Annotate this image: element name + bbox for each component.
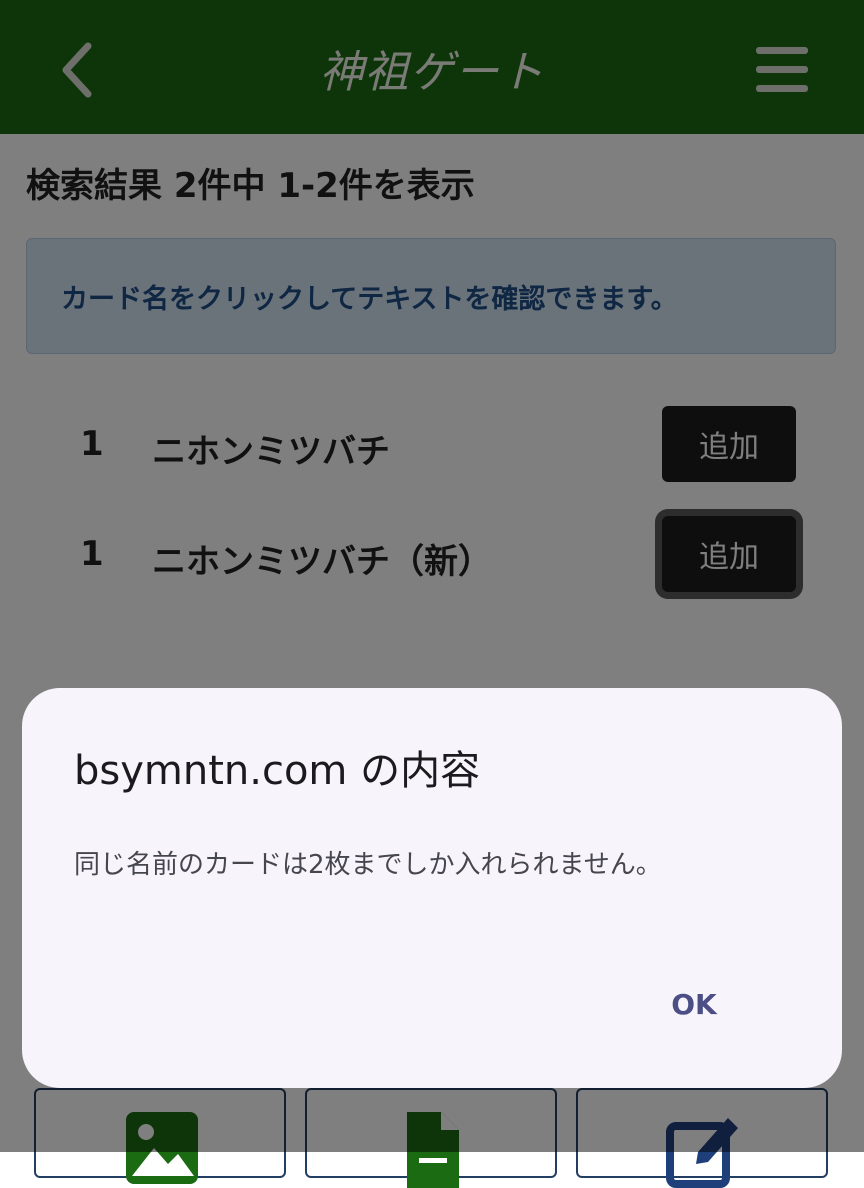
dialog-message: 同じ名前のカードは2枚までしか入れられません。 bbox=[74, 850, 662, 880]
alert-dialog: bsymntn.com の内容 同じ名前のカードは2枚までしか入れられません。 … bbox=[22, 688, 842, 1088]
ok-button[interactable]: OK bbox=[648, 976, 740, 1032]
dialog-title: bsymntn.com の内容 bbox=[74, 748, 481, 794]
